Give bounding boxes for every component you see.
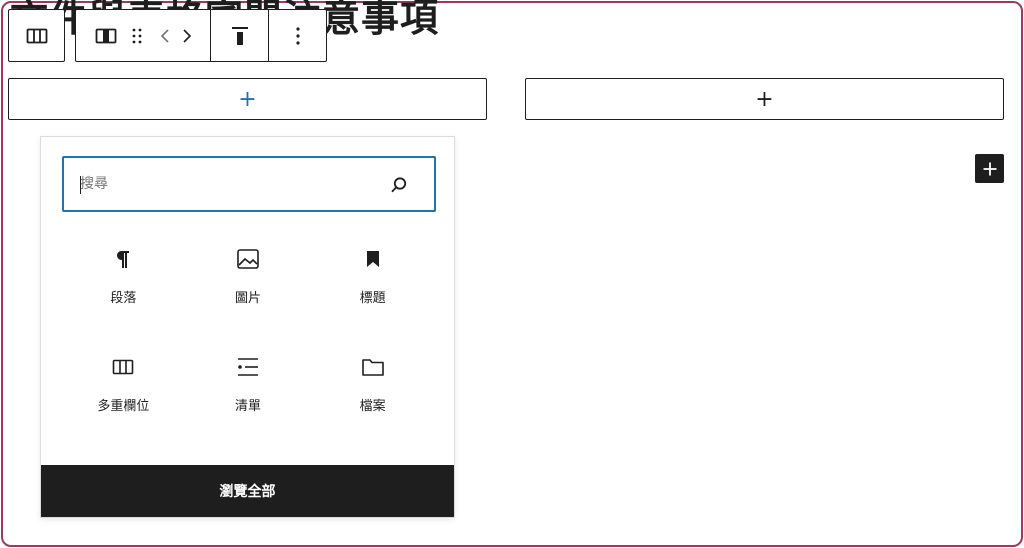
- more-vertical-icon: [295, 26, 301, 46]
- text-caret: [80, 176, 81, 194]
- block-label: 標題: [359, 291, 386, 306]
- toolbar-group-mover: [76, 10, 211, 61]
- block-item-file[interactable]: 檔案: [310, 355, 435, 433]
- chevron-left-icon[interactable]: [154, 28, 176, 44]
- block-label: 圖片: [234, 291, 261, 306]
- block-label: 清單: [234, 399, 261, 414]
- browse-all-button[interactable]: 瀏覽全部: [41, 465, 454, 517]
- columns-icon: [26, 28, 48, 44]
- quick-inserter: 段落 圖片 標題 多重欄位 清單: [40, 136, 455, 518]
- plus-icon: +: [755, 86, 774, 112]
- block-grid: 段落 圖片 標題 多重欄位 清單 檔案: [61, 247, 435, 433]
- heading-bookmark-icon: [364, 247, 382, 271]
- vertical-align-button[interactable]: [211, 10, 269, 61]
- align-top-icon: [231, 26, 249, 46]
- column-icon[interactable]: [92, 28, 120, 44]
- block-item-image[interactable]: 圖片: [186, 247, 311, 325]
- paragraph-icon: [114, 247, 132, 271]
- list-icon: [236, 355, 260, 379]
- block-item-list[interactable]: 清單: [186, 355, 311, 433]
- plus-icon: +: [238, 86, 257, 112]
- drag-handle-icon[interactable]: [120, 27, 154, 45]
- plus-icon: [982, 161, 998, 177]
- chevron-right-icon[interactable]: [176, 28, 198, 44]
- block-label: 段落: [110, 291, 137, 306]
- column-2-appender-button[interactable]: +: [525, 78, 1004, 120]
- more-options-button[interactable]: [269, 10, 326, 61]
- folder-icon: [361, 355, 385, 379]
- image-icon: [236, 247, 260, 271]
- block-item-columns[interactable]: 多重欄位: [61, 355, 186, 433]
- block-label: 檔案: [359, 399, 386, 414]
- block-type-button[interactable]: [8, 9, 65, 62]
- search-icon: [390, 176, 408, 194]
- block-label: 多重欄位: [97, 399, 150, 414]
- block-item-heading[interactable]: 標題: [310, 247, 435, 325]
- block-toolbar: [75, 9, 327, 62]
- search-input[interactable]: [80, 170, 360, 198]
- column-1-appender-button[interactable]: +: [8, 78, 487, 120]
- block-item-paragraph[interactable]: 段落: [61, 247, 186, 325]
- add-block-button[interactable]: [975, 154, 1004, 183]
- columns-icon: [112, 355, 134, 379]
- search-box[interactable]: [62, 156, 436, 212]
